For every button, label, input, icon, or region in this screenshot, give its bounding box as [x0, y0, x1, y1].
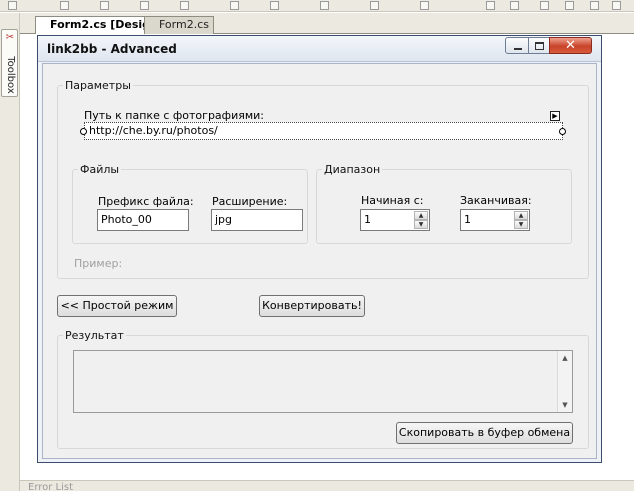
path-input[interactable]: http://che.by.ru/photos/ — [84, 122, 563, 140]
form-client-area: Параметры Путь к папке с фотографиями: h… — [42, 63, 597, 459]
maximize-icon — [535, 42, 544, 50]
range-groupbox: Диапазон — [316, 163, 572, 244]
form-title: link2bb - Advanced — [47, 42, 177, 56]
result-scrollbar[interactable]: ▲ ▼ — [557, 351, 572, 412]
resize-handle-left[interactable] — [80, 128, 87, 135]
close-button[interactable]: ✕ — [549, 37, 592, 54]
params-group-title: Параметры — [65, 79, 131, 92]
start-spinner[interactable]: 1 ▲ ▼ — [360, 209, 430, 231]
tab-label: Form2.cs — [159, 18, 209, 31]
spinner-up-icon[interactable]: ▲ — [514, 211, 528, 220]
minimize-button[interactable] — [505, 37, 529, 54]
end-label: Заканчивая: — [460, 194, 532, 207]
toolbar-icon[interactable] — [370, 1, 379, 10]
toolbar-icon[interactable] — [60, 1, 69, 10]
toolbar-icon[interactable] — [590, 1, 599, 10]
scroll-down-icon[interactable]: ▼ — [558, 399, 572, 411]
toolbar-icon[interactable] — [420, 1, 429, 10]
spinner-down-icon[interactable]: ▼ — [414, 220, 428, 229]
toolbar-icon[interactable] — [8, 1, 17, 10]
toolbox-strip: ✂ Toolbox — [0, 13, 20, 491]
toolbar-icon[interactable] — [565, 1, 574, 10]
start-spinner-buttons: ▲ ▼ — [414, 211, 428, 229]
form-window: link2bb - Advanced ✕ Параметры Путь к па… — [37, 35, 602, 463]
toolbar-icon[interactable] — [486, 1, 495, 10]
toolbar-overflow-icon[interactable] — [612, 1, 621, 10]
ide-toolbar — [0, 0, 634, 12]
start-value: 1 — [364, 213, 371, 226]
toolbar-icon[interactable] — [270, 1, 279, 10]
end-spinner[interactable]: 1 ▲ ▼ — [460, 209, 530, 231]
toolbar-icon[interactable] — [180, 1, 189, 10]
path-label: Путь к папке с фотографиями: — [84, 109, 264, 122]
files-group-title: Файлы — [80, 163, 120, 176]
document-tabs: Form2.cs [Design] Form2.cs — [20, 13, 634, 35]
prefix-input[interactable]: Photo_00 — [97, 209, 189, 231]
toolbar-icon[interactable] — [510, 1, 519, 10]
end-spinner-buttons: ▲ ▼ — [514, 211, 528, 229]
end-value: 1 — [464, 213, 471, 226]
example-label: Пример: — [74, 257, 123, 270]
error-list-strip: Error List — [20, 480, 634, 493]
extension-input[interactable]: jpg — [211, 209, 303, 231]
minimize-icon — [514, 48, 522, 50]
toolbar-icon[interactable] — [540, 1, 549, 10]
toolbox-label: Toolbox — [5, 56, 16, 94]
scroll-up-icon[interactable]: ▲ — [558, 352, 572, 364]
extension-label: Расширение: — [212, 195, 288, 208]
toolbar-icon[interactable] — [230, 1, 239, 10]
spinner-down-icon[interactable]: ▼ — [514, 220, 528, 229]
toolbar-icon[interactable] — [100, 1, 109, 10]
copy-to-clipboard-button[interactable]: Скопировать в буфер обмена — [396, 422, 573, 444]
close-icon: ✕ — [565, 38, 576, 53]
error-list-label[interactable]: Error List — [28, 482, 73, 493]
start-label: Начиная с: — [361, 194, 424, 207]
spinner-up-icon[interactable]: ▲ — [414, 211, 428, 220]
toolbox-tab[interactable]: ✂ Toolbox — [1, 29, 18, 97]
convert-button[interactable]: Конвертировать! — [259, 295, 365, 317]
smart-tag-arrow-icon[interactable]: ▶ — [550, 111, 560, 121]
result-textarea[interactable]: ▲ ▼ — [73, 350, 573, 413]
toolbar-icon[interactable] — [140, 1, 149, 10]
result-group-title: Результат — [65, 329, 124, 342]
range-group-title: Диапазон — [324, 163, 381, 176]
simple-mode-button[interactable]: << Простой режим — [57, 295, 177, 317]
toolbox-icon: ✂ — [5, 32, 15, 43]
prefix-label: Префикс файла: — [98, 195, 194, 208]
tab-form2-code[interactable]: Form2.cs — [144, 16, 214, 34]
maximize-button[interactable] — [528, 37, 550, 54]
form-titlebar[interactable]: link2bb - Advanced ✕ — [38, 36, 601, 62]
toolbar-icon[interactable] — [320, 1, 329, 10]
resize-handle-right[interactable] — [559, 128, 566, 135]
